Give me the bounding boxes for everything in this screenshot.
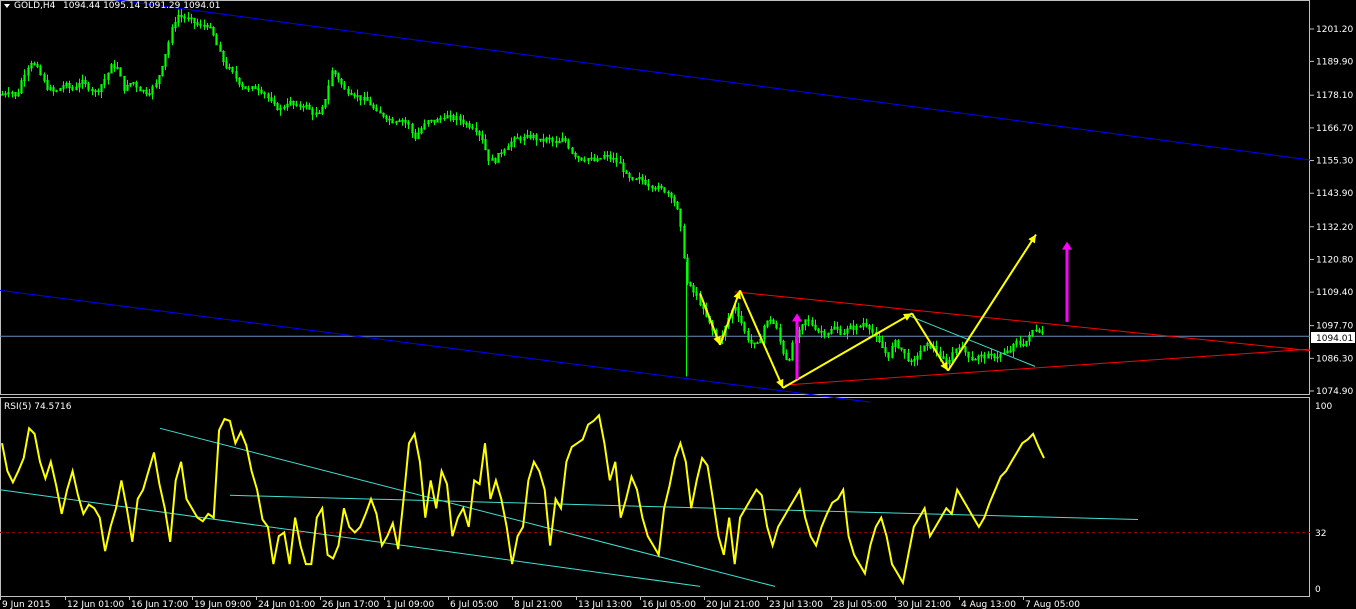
date-tick-label: 6 Jul 05:00 bbox=[450, 600, 499, 609]
current-price-label: 1094.01 bbox=[1316, 334, 1353, 344]
magenta-arrow-head bbox=[792, 313, 802, 322]
price-tick-label: 1143.90 bbox=[1316, 189, 1353, 199]
price-tick-label: 1109.40 bbox=[1316, 288, 1353, 298]
channel-line-2[interactable] bbox=[0, 289, 871, 403]
rsi-level-100: 100 bbox=[1315, 402, 1332, 412]
price-tick-label: 1166.70 bbox=[1316, 124, 1353, 134]
pattern-arrow-segment[interactable] bbox=[739, 289, 784, 389]
date-tick-label: 23 Jul 13:00 bbox=[769, 600, 823, 609]
date-tick-label: 20 Jul 21:00 bbox=[706, 600, 760, 609]
date-tick-label: 4 Aug 13:00 bbox=[961, 600, 1016, 609]
price-tick-label: 1120.80 bbox=[1316, 255, 1353, 265]
channel-line-1[interactable] bbox=[60, 0, 1311, 161]
date-tick-label: 7 Aug 05:00 bbox=[1025, 600, 1080, 609]
price-tick-label: 1097.70 bbox=[1316, 322, 1353, 332]
rsi-level-0: 0 bbox=[1315, 585, 1321, 595]
date-tick-label: 28 Jul 05:00 bbox=[833, 600, 887, 609]
chart-canvas[interactable]: 1201.20 1189.90 1178.10 1166.70 1155.30 1143.… bbox=[0, 0, 1356, 609]
ohlc-values: 1094.44 1095.14 1091.29 1094.01 bbox=[63, 1, 220, 11]
date-tick-label: 19 Jun 09:00 bbox=[194, 600, 251, 609]
date-tick-label: 30 Jul 21:00 bbox=[897, 600, 951, 609]
price-tick-label: 1201.20 bbox=[1316, 25, 1353, 35]
date-tick-label: 13 Jul 13:00 bbox=[578, 600, 632, 609]
price-tick-label: 1074.90 bbox=[1316, 387, 1353, 397]
date-tick-label: 16 Jul 05:00 bbox=[642, 600, 696, 609]
date-tick-label: 16 Jun 17:00 bbox=[131, 600, 188, 609]
date-tick-label: 26 Jun 17:00 bbox=[322, 600, 379, 609]
rsi-trend-line-3[interactable] bbox=[229, 494, 1139, 520]
rsi-level-32: 32 bbox=[1315, 529, 1326, 539]
pattern-arrow-segment[interactable] bbox=[699, 292, 721, 346]
price-tick-label: 1178.10 bbox=[1316, 91, 1353, 101]
price-panel-frame bbox=[0, 0, 1310, 395]
symbol-label: GOLD,H4 bbox=[14, 1, 56, 11]
triangle-line-1[interactable] bbox=[734, 291, 1311, 352]
price-tick-label: 1155.30 bbox=[1316, 157, 1353, 167]
date-tick-label: 12 Jun 01:00 bbox=[67, 600, 124, 609]
price-tick-label: 1189.90 bbox=[1316, 57, 1353, 67]
rsi-trend-line-2[interactable] bbox=[0, 489, 701, 587]
rsi-label: RSI(5) 74.5716 bbox=[4, 402, 72, 412]
rsi-layer bbox=[0, 413, 1310, 587]
magenta-arrow-head bbox=[1062, 241, 1072, 250]
drawing-objects[interactable] bbox=[0, 0, 1311, 403]
date-tick-label: 24 Jun 01:00 bbox=[258, 600, 315, 609]
candle-body bbox=[516, 137, 519, 140]
price-tick-label: 1086.30 bbox=[1316, 354, 1353, 364]
date-tick-label: 1 Jul 09:00 bbox=[386, 600, 435, 609]
rsi-panel-frame bbox=[0, 397, 1310, 597]
date-tick-label: 9 Jun 2015 bbox=[2, 600, 50, 609]
price-layer bbox=[0, 9, 1310, 377]
symbol-dropdown-icon[interactable] bbox=[4, 4, 10, 8]
price-tick-label: 1132.20 bbox=[1316, 223, 1353, 233]
date-tick-label: 8 Jul 21:00 bbox=[514, 600, 563, 609]
triangle-line-2[interactable] bbox=[784, 348, 1311, 386]
rsi-line bbox=[1, 413, 1045, 586]
